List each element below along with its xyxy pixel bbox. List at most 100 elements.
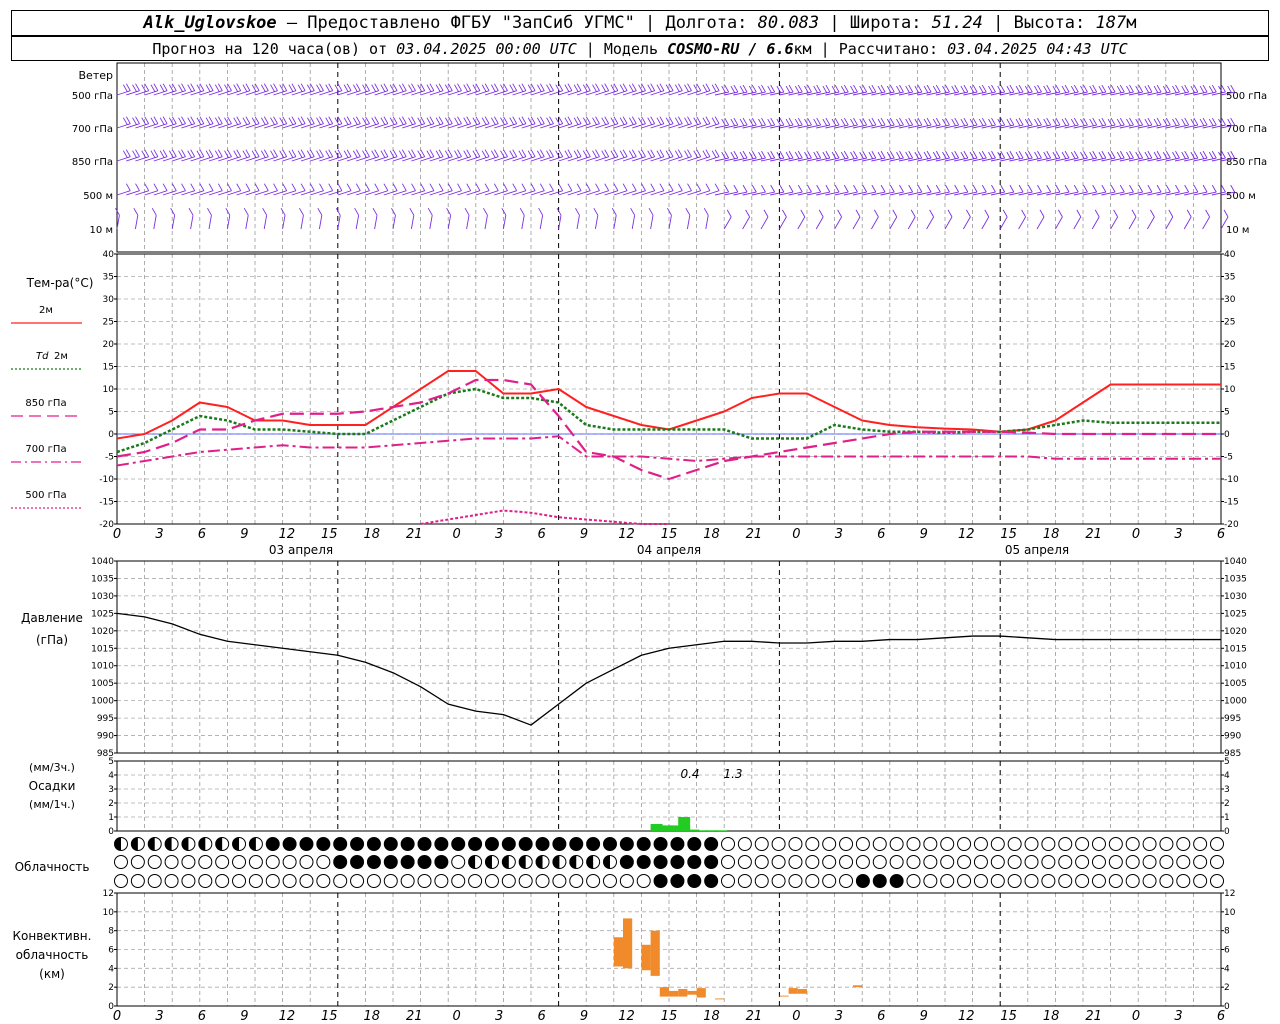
conv-x-hour-label: 6: [1217, 1009, 1225, 1024]
wind-barb-flag: [1126, 151, 1131, 160]
convective-unit: (км): [39, 967, 65, 981]
wind-barb-flag: [1184, 184, 1190, 193]
cloud-cell: [1091, 874, 1106, 888]
wind-barb-flag: [733, 84, 739, 93]
wind-barb-flag: [263, 183, 269, 191]
cloud-cell: [636, 855, 651, 869]
cloud-cell: [299, 874, 314, 888]
wind-barb-flag: [446, 207, 452, 216]
wind-barb-flag: [1165, 84, 1171, 93]
wind-barb-flag: [319, 149, 324, 157]
cloud-cell-half: [232, 837, 240, 851]
wind-barb-flag: [889, 150, 895, 159]
wind-barb-flag: [886, 151, 892, 160]
wind-barb-flag: [309, 183, 315, 191]
wind-barb-flag: [245, 116, 251, 124]
wind-barb-flag: [638, 150, 643, 158]
wind-barb-flag: [592, 84, 597, 92]
conv-x-hour-label: 3: [495, 1009, 503, 1024]
wind-barb-flag: [1061, 151, 1067, 160]
wind-barb-flag: [797, 184, 803, 193]
wind-barb-flag: [325, 150, 331, 158]
wind-barb-flag: [1156, 84, 1162, 93]
cloud-cell: [737, 837, 752, 851]
wind-barb-flag: [512, 116, 518, 124]
wind-barb-flag: [159, 117, 165, 125]
wind-barb-flag: [613, 83, 619, 91]
wind-barb-flag: [641, 116, 646, 124]
wind-barb-flag: [306, 117, 312, 125]
wind-barb: [815, 216, 824, 230]
cloud-cell: [855, 855, 870, 869]
wind-barb-flag: [899, 84, 904, 93]
wind-barb-flag: [1098, 85, 1104, 94]
wind-barb-flag: [214, 117, 220, 125]
wind-barb-flag: [1126, 85, 1131, 94]
temp-legend-label: 2м: [39, 305, 53, 316]
day-label: 05 апреля: [1005, 543, 1069, 557]
pres-tick-left: 1005: [91, 679, 114, 689]
cloud-cell: [653, 874, 668, 888]
wind-barb-flag: [1138, 117, 1144, 126]
wind-barb-flag: [122, 150, 128, 158]
cloud-cell: [1159, 874, 1174, 888]
wind-barb-flag: [1064, 117, 1070, 126]
prec-tick-right: 4: [1224, 771, 1230, 781]
wind-barb-flag: [899, 184, 904, 193]
cloud-cell: [990, 837, 1005, 851]
temp-tick-right: 20: [1224, 340, 1236, 350]
cloud-cell: [1159, 837, 1174, 851]
wind-barb-flag: [751, 84, 757, 93]
wind-barb-flag: [742, 117, 748, 126]
wind-barb-flag: [530, 116, 536, 124]
wind-barb: [999, 216, 1008, 230]
wind-barb-flag: [641, 149, 646, 157]
wind-barb-flag: [813, 85, 819, 94]
wind-barb-flag: [595, 183, 600, 191]
wind-barb-flag: [454, 150, 459, 158]
wind-barb-flag: [512, 149, 518, 157]
wind-barb-flag: [807, 150, 812, 159]
wind-barb-flag: [291, 116, 297, 124]
wind-barb-flag: [622, 183, 628, 191]
temp-x-hour-label: 15: [661, 527, 678, 542]
temp-x-hour-label: 3: [1174, 527, 1182, 542]
wind-barb-flag: [389, 84, 395, 92]
cloud-cell: [1091, 837, 1106, 851]
wind-barb-flag: [1153, 118, 1159, 127]
wind-barb-flag: [576, 183, 582, 191]
cloud-cell: [721, 837, 736, 851]
wind-barb-flag: [168, 150, 174, 158]
convective-title-2: облачность: [16, 948, 89, 962]
wind-barb-flag: [1089, 118, 1095, 127]
wind-barb-flag: [1043, 151, 1049, 160]
wind-barb-flag: [493, 83, 499, 91]
wind-barb-flag: [309, 149, 315, 157]
wind-barb-flag: [391, 207, 396, 216]
wind-barb-flag: [564, 84, 570, 92]
temp-legend-label: 2м: [54, 351, 68, 362]
wind-barb-flag: [527, 150, 533, 158]
wind-barb-flag: [435, 150, 441, 158]
wind-barb-flag: [354, 207, 360, 216]
wind-barb-flag: [291, 183, 297, 191]
conv-tick-left: 2: [108, 983, 114, 993]
wind-barb-flag: [761, 117, 766, 126]
wind-barb-flag: [273, 83, 278, 91]
wind-barb-flag: [926, 117, 932, 126]
wind-barb-flag: [392, 149, 398, 157]
wind-barb-flag: [297, 117, 303, 125]
prec-tick-right: 1: [1224, 813, 1230, 823]
conv-tick-left: 6: [108, 946, 114, 956]
cloud-cell: [602, 837, 617, 851]
wind-barb-flag: [702, 117, 708, 125]
wind-barb-flag: [1147, 117, 1153, 126]
pres-tick-right: 1035: [1224, 574, 1247, 584]
wind-barb-flag: [862, 150, 868, 159]
temp-x-hour-label: 6: [1217, 527, 1225, 542]
wind-barb-flag: [914, 151, 920, 160]
conv-tick-left: 4: [108, 964, 114, 974]
wind-barb-flag: [270, 117, 275, 125]
wind-barb-flag: [619, 84, 625, 92]
wind-barb: [300, 215, 304, 230]
